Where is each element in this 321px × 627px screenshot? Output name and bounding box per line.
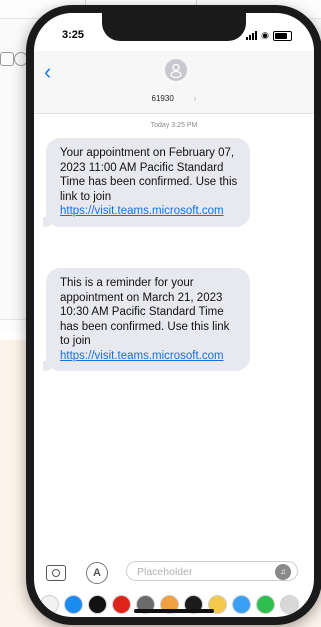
status-icons: ◉ (246, 30, 292, 41)
apple-pay-icon[interactable] (88, 594, 107, 614)
contact-avatar[interactable] (165, 59, 187, 81)
message-link[interactable]: https://visit.teams.microsoft.com (60, 205, 224, 217)
audio-record-icon[interactable]: ♫ (275, 564, 291, 580)
home-indicator (134, 609, 214, 613)
wifi-icon: ◉ (261, 30, 269, 40)
message-link[interactable]: https://visit.teams.microsoft.com (60, 350, 224, 362)
message-text: This is a reminder for your appointment … (60, 277, 230, 347)
fitness-app-icon[interactable] (112, 594, 131, 614)
phone-screen: 3:25 ◉ ‹ 61930 › Today 3:25 PM Your appoi… (34, 13, 314, 617)
message-bubble[interactable]: This is a reminder for your appointment … (43, 268, 250, 371)
background-icon (0, 52, 14, 66)
battery-icon (273, 30, 292, 41)
message-bubble[interactable]: Your appointment on February 07, 2023 11… (43, 138, 250, 227)
notch (102, 13, 246, 41)
camera-icon[interactable] (46, 565, 66, 581)
message-timestamp: Today 3:25 PM (150, 122, 198, 129)
app-strip (34, 591, 314, 617)
app-drawer-icon[interactable]: A (86, 562, 108, 584)
phone-frame: 3:25 ◉ ‹ 61930 › Today 3:25 PM Your appoi… (26, 5, 321, 625)
find-my-icon[interactable] (256, 594, 275, 614)
message-text: Your appointment on February 07, 2023 11… (60, 147, 238, 203)
signal-icon (246, 31, 258, 40)
person-icon (170, 63, 182, 79)
photos-app-icon[interactable] (40, 594, 59, 614)
more-apps-icon[interactable] (280, 594, 299, 614)
status-time: 3:25 (62, 29, 85, 41)
app-store-icon[interactable] (64, 594, 83, 614)
music-icon[interactable] (232, 594, 251, 614)
message-input-placeholder: Placeholder (137, 566, 193, 578)
contact-number[interactable]: 61930 (152, 94, 174, 103)
contact-chevron-icon[interactable]: › (194, 94, 197, 103)
message-composer: A Placeholder ♫ (34, 561, 314, 587)
back-chevron-icon[interactable]: ‹ (44, 61, 51, 83)
contact-name[interactable]: 61930 › (34, 94, 314, 103)
conversation-header: ‹ 61930 › (34, 51, 314, 114)
message-input[interactable]: Placeholder ♫ (126, 561, 298, 581)
